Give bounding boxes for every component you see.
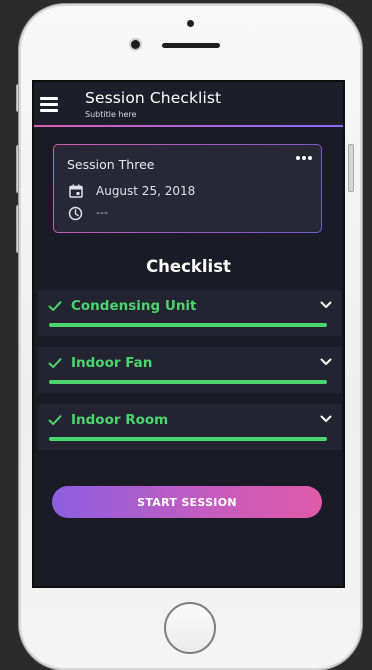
checklist-item-label: Condensing Unit <box>71 298 197 314</box>
checklist-progress-fill <box>49 323 327 327</box>
app-screen: Session Checklist Subtitle here Session … <box>32 80 345 588</box>
checklist-item[interactable]: Indoor Fan <box>38 347 341 393</box>
checklist-progress-bar <box>49 323 327 327</box>
chevron-down-icon[interactable] <box>320 358 332 366</box>
checkmark-icon <box>48 358 62 368</box>
checklist-progress-bar <box>49 437 327 441</box>
checklist-heading: Checklist <box>146 257 231 276</box>
header-divider <box>34 125 343 127</box>
page-title: Session Checklist <box>85 89 222 107</box>
stage: Session Checklist Subtitle here Session … <box>0 0 372 670</box>
app-header: Session Checklist Subtitle here <box>34 82 343 127</box>
checklist-item-label: Indoor Fan <box>71 355 153 371</box>
session-name: Session Three <box>67 157 155 172</box>
clock-icon <box>68 206 83 221</box>
home-button[interactable] <box>164 602 216 654</box>
earpiece-speaker <box>162 43 220 48</box>
hamburger-menu-icon[interactable] <box>40 97 58 112</box>
session-time: --- <box>96 206 108 219</box>
checklist-progress-fill <box>49 380 327 384</box>
chevron-down-icon[interactable] <box>320 301 332 309</box>
chevron-down-icon[interactable] <box>320 415 332 423</box>
page-subtitle: Subtitle here <box>85 110 137 119</box>
phone-power-button <box>348 144 354 192</box>
more-horizontal-icon[interactable] <box>296 156 312 162</box>
checkmark-icon <box>48 301 62 311</box>
checklist-progress-bar <box>49 380 327 384</box>
start-session-button[interactable]: START SESSION <box>52 486 322 518</box>
session-date: August 25, 2018 <box>96 184 196 198</box>
proximity-sensor <box>187 20 194 27</box>
calendar-icon <box>69 184 83 198</box>
session-card[interactable]: Session Three August 25, 2018 --- <box>53 144 322 233</box>
checklist-progress-fill <box>49 437 327 441</box>
checkmark-icon <box>48 415 62 425</box>
checklist-item[interactable]: Condensing Unit <box>38 290 341 336</box>
front-camera <box>131 40 140 49</box>
checklist-item-label: Indoor Room <box>71 412 169 428</box>
checklist-item[interactable]: Indoor Room <box>38 404 341 450</box>
